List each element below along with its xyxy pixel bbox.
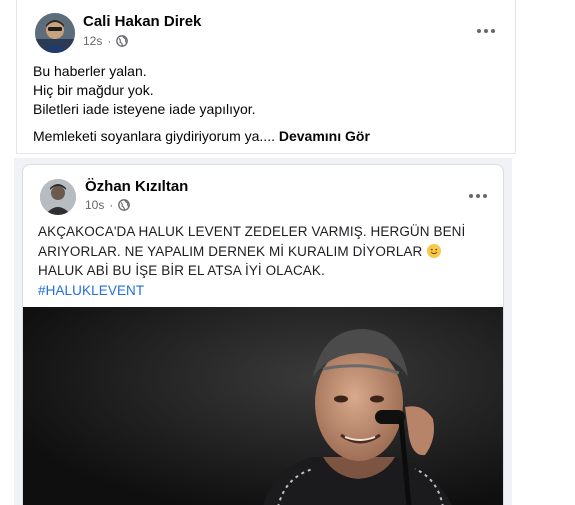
avatar-image — [40, 179, 76, 215]
more-options-icon[interactable] — [473, 24, 499, 38]
post-text-line: Bu haberler yalan. — [33, 63, 147, 79]
shared-post-text-part1: AKÇAKOCA'DA HALUK LEVENT ZEDELER VARMIŞ.… — [38, 224, 466, 259]
meta-separator: · — [109, 198, 114, 212]
shared-post-card: Özhan Kızıltan 10s · AKÇAKOCA'DA HALUK L… — [22, 164, 504, 505]
shared-post-text: AKÇAKOCA'DA HALUK LEVENT ZEDELER VARMIŞ.… — [38, 222, 478, 300]
post-photo[interactable] — [23, 307, 503, 505]
see-more-link[interactable]: Devamını Gör — [279, 128, 370, 144]
avatar[interactable] — [35, 13, 75, 53]
meta-separator: · — [107, 34, 112, 48]
avatar-image — [35, 13, 75, 53]
post-meta: 10s · — [85, 198, 131, 212]
photo-image — [23, 307, 503, 505]
post-text: Bu haberler yalan. Hiç bir mağdur yok. B… — [33, 62, 370, 146]
hashtag-link[interactable]: #HALUKLEVENT — [38, 283, 144, 298]
more-options-icon[interactable] — [465, 189, 491, 203]
post-time[interactable]: 12s — [83, 34, 102, 48]
shared-post-text-part2: HALUK ABİ BU İŞE BİR EL ATSA İYİ OLACAK. — [38, 263, 325, 278]
smiling-face-emoji-icon — [427, 243, 442, 258]
post-meta: 12s · — [83, 34, 129, 48]
post-time[interactable]: 10s — [85, 198, 104, 212]
globe-icon — [116, 35, 129, 47]
post-text-line: Memleketi soyanlara giydiriyorum ya.... … — [33, 127, 370, 146]
globe-icon — [118, 199, 131, 211]
post-text-line: Hiç bir mağdur yok. — [33, 82, 154, 98]
post-author[interactable]: Özhan Kızıltan — [85, 178, 188, 195]
avatar[interactable] — [40, 179, 76, 215]
post-text-line: Biletleri iade isteyene iade yapılıyor. — [33, 101, 256, 117]
post-card: Cali Hakan Direk 12s · Bu haberler yalan… — [16, 0, 516, 154]
post-text-last: Memleketi soyanlara giydiriyorum ya.... — [33, 128, 275, 144]
post-author[interactable]: Cali Hakan Direk — [83, 13, 201, 30]
